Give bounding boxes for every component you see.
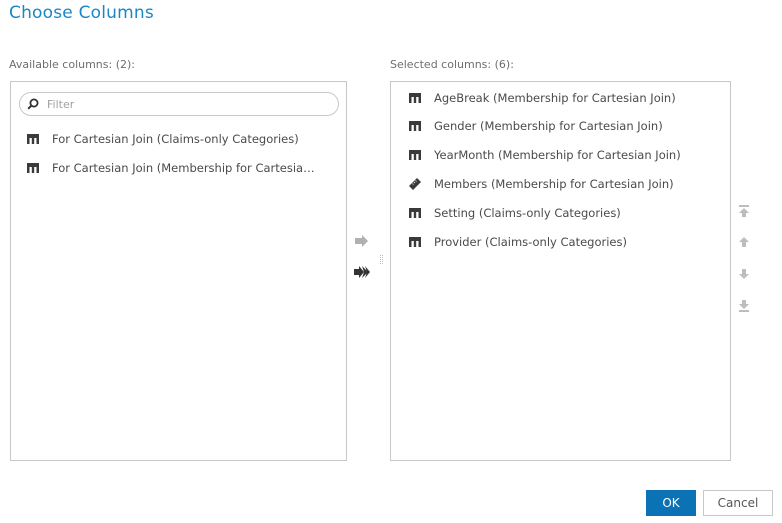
filter-input-wrapper[interactable] [19, 92, 339, 116]
filter-input[interactable] [45, 96, 309, 112]
list-item-label: Setting (Claims-only Categories) [434, 206, 621, 220]
cancel-button[interactable]: Cancel [703, 490, 773, 516]
selected-columns-list[interactable]: AgeBreak (Membership for Cartesian Join)… [390, 81, 731, 461]
add-all-columns-button[interactable] [354, 264, 370, 280]
search-icon [27, 98, 39, 110]
list-item[interactable]: Gender (Membership for Cartesian Join) [408, 119, 663, 133]
splitter-handle[interactable] [380, 252, 384, 264]
move-down-button[interactable] [736, 266, 752, 282]
list-item[interactable]: AgeBreak (Membership for Cartesian Join) [408, 91, 676, 105]
measure-icon [408, 178, 422, 190]
arrow-down-icon [739, 269, 749, 279]
ok-button[interactable]: OK [646, 490, 696, 516]
list-item[interactable]: YearMonth (Membership for Cartesian Join… [408, 148, 681, 162]
category-icon [408, 92, 422, 104]
available-columns-label: Available columns: (2): [9, 58, 136, 71]
move-to-bottom-button[interactable] [736, 298, 752, 314]
category-icon [26, 162, 40, 174]
move-to-top-icon [739, 205, 749, 217]
add-column-button[interactable] [354, 233, 370, 249]
move-up-button[interactable] [736, 234, 752, 250]
move-to-bottom-icon [739, 300, 749, 312]
list-item-label: YearMonth (Membership for Cartesian Join… [434, 148, 681, 162]
arrow-right-icon [355, 235, 368, 247]
list-item[interactable]: Members (Membership for Cartesian Join) [408, 177, 674, 191]
selected-columns-label: Selected columns: (6): [390, 58, 514, 71]
page-title: Choose Columns [9, 3, 154, 23]
list-item-label: Provider (Claims-only Categories) [434, 235, 627, 249]
list-item-label: Gender (Membership for Cartesian Join) [434, 119, 663, 133]
category-icon [408, 120, 422, 132]
arrow-up-icon [739, 237, 749, 247]
category-icon [408, 236, 422, 248]
category-icon [26, 133, 40, 145]
list-item-label: AgeBreak (Membership for Cartesian Join) [434, 91, 676, 105]
list-item-label: For Cartesian Join (Claims-only Categori… [52, 132, 299, 146]
category-icon [408, 149, 422, 161]
available-columns-list[interactable]: For Cartesian Join (Claims-only Categori… [10, 81, 347, 461]
list-item[interactable]: Provider (Claims-only Categories) [408, 235, 627, 249]
list-item-label: Members (Membership for Cartesian Join) [434, 177, 674, 191]
double-arrow-right-icon [354, 266, 370, 278]
list-item[interactable]: For Cartesian Join (Claims-only Categori… [26, 132, 299, 146]
list-item[interactable]: Setting (Claims-only Categories) [408, 206, 621, 220]
category-icon [408, 207, 422, 219]
list-item-label: For Cartesian Join (Membership for Carte… [52, 161, 315, 175]
list-item[interactable]: For Cartesian Join (Membership for Carte… [26, 161, 315, 175]
move-to-top-button[interactable] [736, 203, 752, 219]
